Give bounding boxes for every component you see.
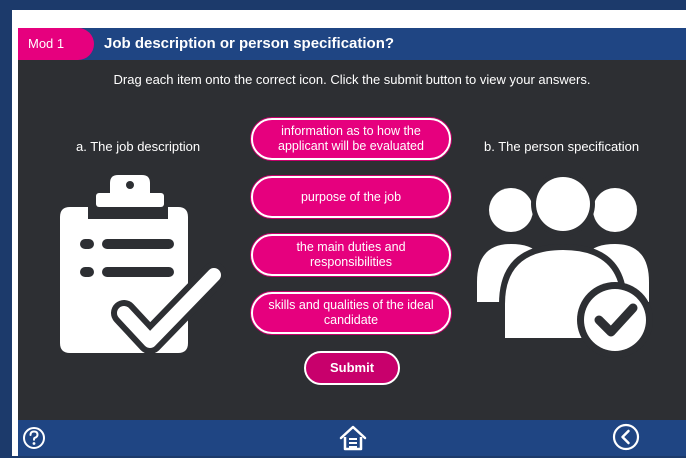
person-specification-label: b. The person specification	[484, 139, 640, 154]
back-icon[interactable]	[612, 423, 640, 456]
module-tab: Mod 1	[18, 28, 94, 60]
submit-button[interactable]: Submit	[304, 351, 400, 385]
instruction-text: Drag each item onto the correct icon. Cl…	[113, 72, 591, 87]
footer-bar	[18, 420, 686, 456]
app-frame: Mod 1 Job description or person specific…	[0, 0, 686, 456]
drag-item-duties[interactable]: the main duties and responsibilities	[251, 234, 451, 276]
drag-item-purpose[interactable]: purpose of the job	[251, 176, 451, 218]
home-icon[interactable]	[338, 423, 368, 458]
clipboard-check-icon[interactable]	[58, 175, 228, 365]
job-description-label: a. The job description	[76, 139, 201, 154]
help-icon[interactable]	[22, 426, 46, 455]
drag-item-skills[interactable]: skills and qualities of the ideal candid…	[251, 292, 451, 334]
activity-stage: Drag each item onto the correct icon. Cl…	[18, 60, 686, 420]
page-title: Job description or person specification?	[104, 35, 395, 52]
header-bar: Mod 1 Job description or person specific…	[18, 28, 686, 60]
user-group-check-icon[interactable]	[473, 172, 673, 362]
drag-item-evaluation[interactable]: information as to how the applicant will…	[251, 118, 451, 160]
